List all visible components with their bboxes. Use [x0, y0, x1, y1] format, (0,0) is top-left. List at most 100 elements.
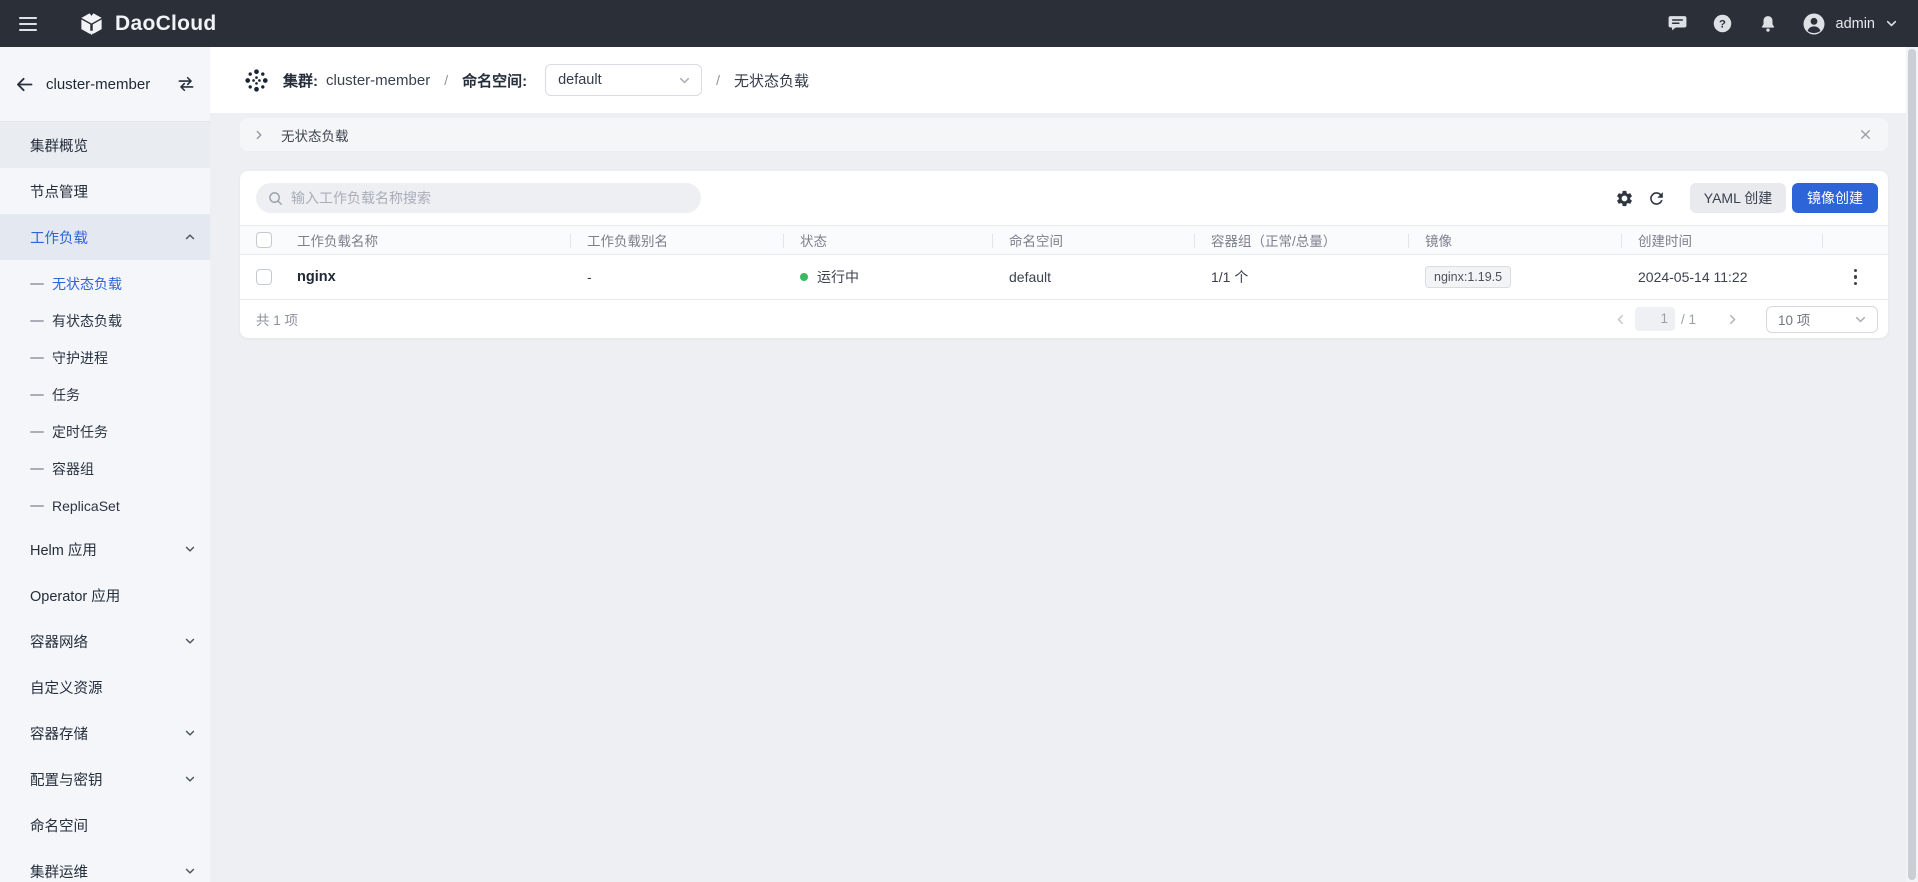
- image-cell: nginx:1.19.5: [1409, 266, 1622, 288]
- sidebar-item-自定义资源[interactable]: 自定义资源: [0, 664, 210, 710]
- chevron-down-icon: [184, 635, 196, 647]
- sidebar-item-helm-应用[interactable]: Helm 应用: [0, 526, 210, 572]
- sidebar-item-守护进程[interactable]: 守护进程: [0, 339, 210, 376]
- column-header: 镜像: [1409, 226, 1622, 254]
- app-window: DaoCloud ? admin: [0, 0, 1918, 882]
- sidebar-item-label: 命名空间: [30, 815, 88, 836]
- sidebar-item-任务[interactable]: 任务: [0, 376, 210, 413]
- expand-chevron-right-icon[interactable]: [253, 129, 265, 141]
- refresh-icon[interactable]: [1641, 183, 1671, 213]
- sidebar-item-集群运维[interactable]: 集群运维: [0, 848, 210, 882]
- workload-table-card: YAML 创建 镜像创建 工作负载名称 工作负载别名 状态 命名空间 容器组（正…: [240, 171, 1888, 338]
- sidebar-item-无状态负载[interactable]: 无状态负载: [0, 265, 210, 302]
- namespace-cell: default: [993, 269, 1195, 285]
- sidebar-item-label: 配置与密钥: [30, 769, 103, 790]
- page-size-value: 10 项: [1778, 309, 1854, 329]
- sidebar-item-operator-应用[interactable]: Operator 应用: [0, 572, 210, 618]
- chevron-down-icon: [1854, 313, 1867, 326]
- sidebar-item-label: Helm 应用: [30, 539, 97, 560]
- column-header: 工作负载名称: [297, 230, 378, 250]
- sidebar-item-label: 容器存储: [30, 723, 88, 744]
- sidebar-item-工作负载[interactable]: 工作负载: [0, 214, 210, 260]
- search-box: [256, 183, 701, 213]
- sidebar-item-label: ReplicaSet: [52, 498, 120, 514]
- main-area: 集群: cluster-member / 命名空间: default / 无状态…: [210, 47, 1918, 882]
- sidebar-item-容器组[interactable]: 容器组: [0, 450, 210, 487]
- chevron-down-icon: [1885, 17, 1898, 30]
- row-checkbox[interactable]: [256, 269, 272, 285]
- switch-cluster-icon[interactable]: [176, 74, 196, 94]
- cluster-label: 集群:: [283, 70, 318, 91]
- sidebar-item-label: Operator 应用: [30, 585, 120, 606]
- column-header: 状态: [784, 226, 993, 254]
- chevron-down-icon: [184, 865, 196, 877]
- page-total: / 1: [1681, 312, 1696, 327]
- search-input[interactable]: [291, 190, 671, 206]
- sidebar-item-label: 集群概览: [30, 135, 88, 156]
- info-panel-title: 无状态负载: [281, 125, 349, 145]
- table-toolbar: YAML 创建 镜像创建: [240, 171, 1888, 225]
- namespace-select[interactable]: default: [545, 64, 702, 96]
- notifications-bell-icon[interactable]: [1757, 13, 1779, 35]
- page-frame: cluster-member 集群概览节点管理工作负载无状态负载有状态负载守护进…: [0, 47, 1918, 882]
- chevron-down-icon: [678, 74, 691, 87]
- user-name: admin: [1836, 16, 1876, 32]
- sidebar-item-label: 节点管理: [30, 181, 88, 202]
- sidebar-item-集群概览[interactable]: 集群概览: [0, 122, 210, 168]
- sidebar-item-有状态负载[interactable]: 有状态负载: [0, 302, 210, 339]
- sidebar-menu: 集群概览节点管理工作负载无状态负载有状态负载守护进程任务定时任务容器组 Repli…: [0, 122, 210, 882]
- workload-alias-cell: -: [571, 269, 784, 285]
- sidebar-item-容器存储[interactable]: 容器存储: [0, 710, 210, 756]
- svg-text:?: ?: [1719, 18, 1726, 30]
- select-all-checkbox[interactable]: [256, 232, 272, 248]
- sidebar-item-label: 自定义资源: [30, 677, 103, 698]
- table-footer: 共 1 项 1 / 1 10 项: [240, 300, 1888, 338]
- image-create-button[interactable]: 镜像创建: [1792, 183, 1878, 213]
- back-arrow-icon[interactable]: [14, 73, 36, 95]
- info-panel: 无状态负载: [240, 118, 1888, 151]
- namespace-label: 命名空间:: [462, 70, 527, 91]
- workload-name-link[interactable]: nginx: [297, 269, 336, 285]
- sidebar: cluster-member 集群概览节点管理工作负载无状态负载有状态负载守护进…: [0, 47, 210, 882]
- sidebar-item-label: 定时任务: [52, 422, 108, 442]
- chevron-up-icon: [184, 231, 196, 243]
- settings-gear-icon[interactable]: [1609, 183, 1639, 213]
- help-icon[interactable]: ?: [1712, 13, 1734, 35]
- sub-item-dash: [30, 283, 44, 285]
- page-size-select[interactable]: 10 项: [1766, 306, 1878, 333]
- sidebar-item-配置与密钥[interactable]: 配置与密钥: [0, 756, 210, 802]
- sidebar-item-label: 有状态负载: [52, 311, 122, 331]
- message-icon[interactable]: [1667, 13, 1689, 35]
- prev-page-icon[interactable]: [1609, 307, 1633, 331]
- sub-item-dash: [30, 357, 44, 359]
- sidebar-item-label: 集群运维: [30, 861, 88, 882]
- next-page-icon[interactable]: [1720, 307, 1744, 331]
- row-actions-kebab-icon[interactable]: [1850, 265, 1862, 290]
- cluster-name: cluster-member: [46, 76, 176, 93]
- sidebar-item-定时任务[interactable]: 定时任务: [0, 413, 210, 450]
- scrollbar-thumb[interactable]: [1908, 49, 1916, 880]
- sidebar-item-容器网络[interactable]: 容器网络: [0, 618, 210, 664]
- daocloud-cube-icon: [78, 10, 105, 37]
- column-header-actions: [1823, 226, 1888, 254]
- created-cell: 2024-05-14 11:22: [1622, 269, 1823, 285]
- sidebar-item-label: 守护进程: [52, 348, 108, 368]
- top-bar: DaoCloud ? admin: [0, 0, 1918, 47]
- menu-toggle-icon[interactable]: [19, 17, 37, 31]
- close-icon[interactable]: [1859, 128, 1872, 141]
- user-menu[interactable]: admin: [1802, 12, 1899, 36]
- scrollbar[interactable]: [1906, 47, 1918, 882]
- sidebar-item-replicaset[interactable]: ReplicaSet: [0, 487, 210, 524]
- brand-logo[interactable]: DaoCloud: [78, 10, 217, 37]
- sub-item-dash: [30, 468, 44, 470]
- sub-item-dash: [30, 505, 44, 507]
- breadcrumb: 集群: cluster-member / 命名空间: default / 无状态…: [210, 47, 1918, 113]
- cluster-dots-icon: [243, 67, 270, 94]
- sidebar-item-节点管理[interactable]: 节点管理: [0, 168, 210, 214]
- sidebar-item-命名空间[interactable]: 命名空间: [0, 802, 210, 848]
- table-header: 工作负载名称 工作负载别名 状态 命名空间 容器组（正常/总量） 镜像 创建时间: [240, 225, 1888, 255]
- current-page-input[interactable]: 1: [1635, 307, 1675, 331]
- sub-item-dash: [30, 431, 44, 433]
- yaml-create-button[interactable]: YAML 创建: [1690, 183, 1786, 213]
- pods-cell: 1/1 个: [1195, 267, 1409, 287]
